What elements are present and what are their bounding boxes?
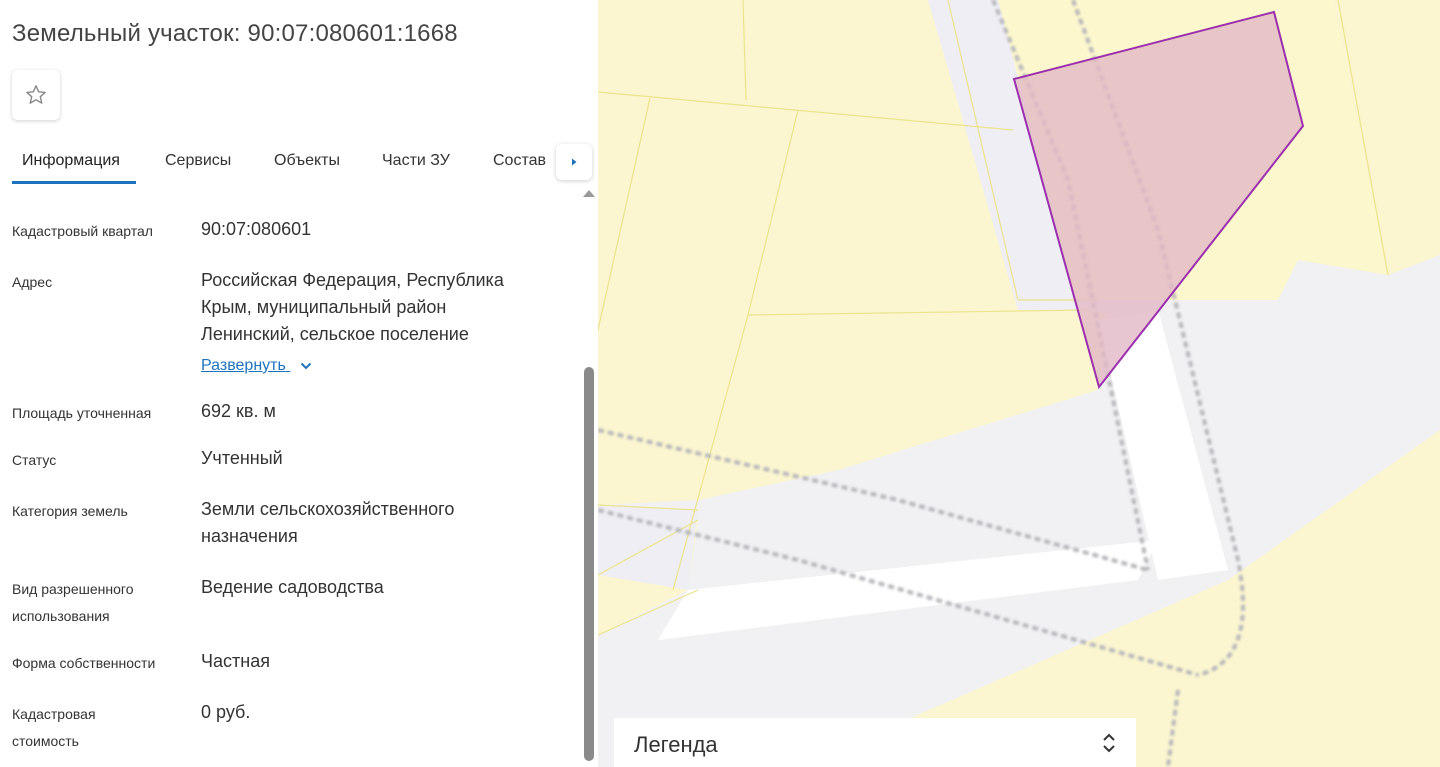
map-view[interactable]	[598, 0, 1440, 767]
tab-parcel-parts[interactable]: Части ЗУ	[382, 152, 450, 170]
label-ownership: Форма собственности	[12, 655, 156, 671]
value-cadastral-quarter: 90:07:080601	[201, 219, 312, 239]
value-cadastral-value: 0 руб.	[201, 702, 251, 722]
expand-label: Развернуть	[201, 357, 286, 374]
scroll-up-arrow[interactable]	[583, 190, 595, 197]
value-address-line: Российская Федерация, Республика	[201, 270, 504, 290]
info-list: — — — — — — — Кадастровый квартал 90:07:…	[0, 186, 580, 767]
label-cadastral-quarter: Кадастровый квартал	[12, 223, 153, 239]
value-area: 692 кв. м	[201, 401, 276, 421]
label-address: Адрес	[12, 274, 53, 290]
label-land-category: Категория земель	[12, 503, 128, 519]
legend-panel[interactable]: Легенда	[614, 718, 1136, 767]
value-address-line: Ленинский, сельское поселение	[201, 324, 469, 344]
label-cadastral-value-line: стоимость	[12, 733, 79, 749]
info-panel: Земельный участок: 90:07:080601:1668 Инф…	[0, 0, 598, 767]
map-canvas[interactable]	[598, 0, 1440, 767]
legend-toggle-button[interactable]	[1102, 731, 1116, 760]
chevron-down-icon	[301, 362, 312, 370]
label-permitted-use-line: Вид разрешенного	[12, 581, 134, 597]
value-status: Учтенный	[201, 448, 283, 468]
label-area: Площадь уточненная	[12, 405, 152, 421]
tab-services[interactable]: Сервисы	[165, 152, 231, 170]
active-tab-indicator	[12, 181, 136, 184]
tab-composition[interactable]: Состав	[493, 152, 546, 170]
value-address-line: Крым, муниципальный район	[201, 297, 447, 317]
value-permitted-use: Ведение садоводства	[201, 577, 384, 597]
star-outline-icon	[26, 85, 46, 104]
expand-address-link[interactable]: Развернуть	[201, 357, 312, 375]
tab-scroll-right-button[interactable]	[556, 144, 592, 180]
scrollbar-thumb[interactable]	[584, 367, 594, 761]
value-land-category-line: Земли сельскохозяйственного	[201, 499, 455, 519]
favorite-button[interactable]	[12, 70, 60, 120]
tab-information[interactable]: Информация	[22, 152, 120, 170]
legend-label: Легенда	[634, 732, 718, 757]
value-land-category-line: назначения	[201, 526, 298, 546]
tab-bar: Информация Сервисы Объекты Части ЗУ Сост…	[0, 140, 598, 186]
clipped-row: — — — — — — —	[12, 186, 133, 192]
label-cadastral-value-line: Кадастровая	[12, 706, 96, 722]
label-status: Статус	[12, 452, 57, 468]
caret-right-icon	[572, 158, 577, 166]
page-title: Земельный участок: 90:07:080601:1668	[12, 20, 458, 47]
chevron-up-down-icon	[1103, 733, 1115, 753]
tab-objects[interactable]: Объекты	[274, 152, 340, 170]
label-permitted-use-line: использования	[12, 608, 110, 624]
value-ownership: Частная	[201, 651, 270, 671]
